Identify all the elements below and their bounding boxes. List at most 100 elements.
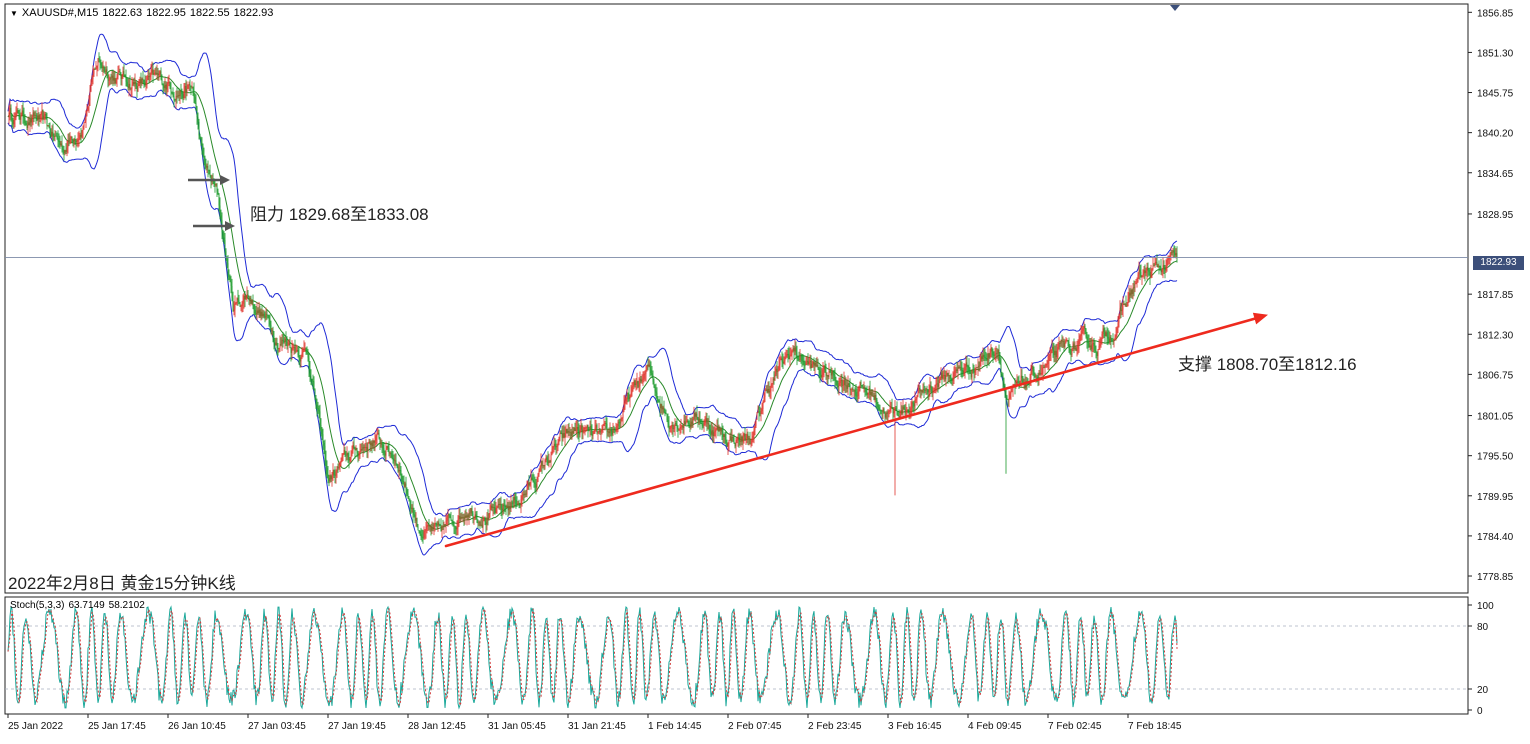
candle bbox=[1121, 302, 1123, 316]
candle bbox=[1126, 301, 1128, 308]
candle bbox=[86, 103, 88, 117]
candle-body bbox=[413, 514, 415, 516]
candle-body bbox=[858, 387, 860, 392]
candle-body bbox=[690, 421, 692, 428]
candle-body bbox=[377, 432, 379, 434]
candle bbox=[414, 510, 416, 524]
candle bbox=[424, 529, 426, 540]
candle-body bbox=[1017, 381, 1019, 383]
candle-body bbox=[397, 466, 399, 472]
candle-body bbox=[357, 452, 359, 456]
candle-body bbox=[33, 112, 35, 116]
candle-body bbox=[847, 383, 849, 389]
candle bbox=[625, 397, 627, 405]
candle-body bbox=[385, 449, 387, 456]
candle bbox=[818, 366, 820, 379]
candle bbox=[64, 149, 66, 156]
candle-body bbox=[111, 75, 113, 78]
candle bbox=[1076, 340, 1078, 357]
candle bbox=[914, 391, 916, 412]
candle bbox=[1084, 323, 1086, 335]
candle bbox=[210, 174, 212, 189]
candle-body bbox=[266, 313, 268, 315]
candle-body bbox=[423, 531, 425, 538]
candle bbox=[627, 392, 629, 403]
candle bbox=[327, 466, 329, 484]
candle-body bbox=[475, 514, 477, 519]
candle-body bbox=[495, 508, 497, 513]
candle-body bbox=[393, 458, 395, 462]
candle-body bbox=[1121, 309, 1123, 312]
candle bbox=[266, 309, 268, 320]
candle-body bbox=[981, 356, 983, 360]
candlesticks[interactable] bbox=[8, 52, 1178, 544]
candle bbox=[1057, 342, 1059, 360]
candle bbox=[466, 512, 468, 526]
candle-body bbox=[125, 76, 127, 82]
candle bbox=[943, 366, 945, 383]
candle bbox=[746, 428, 748, 444]
candle bbox=[12, 117, 14, 129]
candle bbox=[374, 431, 376, 452]
candle bbox=[454, 525, 456, 535]
candle-body bbox=[896, 409, 898, 415]
candle-body bbox=[516, 503, 518, 505]
candle bbox=[18, 109, 20, 120]
candle bbox=[650, 361, 652, 376]
candle-body bbox=[153, 73, 155, 75]
candle bbox=[92, 65, 94, 85]
candle-body bbox=[1142, 273, 1144, 276]
candle bbox=[359, 443, 361, 459]
candle bbox=[1061, 334, 1063, 348]
candle-body bbox=[382, 445, 384, 449]
candle-body bbox=[935, 383, 937, 386]
candle bbox=[560, 430, 562, 435]
candle-body bbox=[1161, 270, 1163, 273]
candle bbox=[574, 422, 576, 432]
candle-body bbox=[1030, 371, 1032, 378]
candle bbox=[750, 438, 752, 448]
candle bbox=[591, 424, 593, 442]
candle-body bbox=[922, 388, 924, 393]
candle bbox=[87, 106, 89, 112]
candle bbox=[89, 84, 91, 107]
candle bbox=[218, 192, 220, 212]
candle bbox=[561, 425, 563, 447]
candle bbox=[46, 112, 48, 130]
candle bbox=[935, 377, 937, 394]
candle-body bbox=[761, 408, 763, 411]
candle bbox=[512, 496, 514, 509]
time-axis[interactable]: 25 Jan 2022 25 Jan 17:45 26 Jan 10:45 27 Ja… bbox=[7, 714, 1182, 732]
candle bbox=[1000, 357, 1002, 378]
candle bbox=[345, 451, 347, 462]
candle bbox=[305, 347, 307, 355]
candle bbox=[529, 481, 531, 487]
candle bbox=[856, 388, 858, 403]
candle bbox=[796, 345, 798, 366]
candle bbox=[963, 362, 965, 377]
candle-body bbox=[577, 426, 579, 432]
candle bbox=[309, 361, 311, 382]
candle-body bbox=[620, 418, 622, 424]
candle-body bbox=[127, 86, 129, 89]
candle-body bbox=[668, 424, 670, 429]
price-axis[interactable]: 1856.851851.301845.751840.201834.651828.… bbox=[1468, 8, 1514, 583]
candle bbox=[125, 69, 127, 87]
bollinger-upper bbox=[7, 33, 1178, 517]
candle-body bbox=[848, 383, 850, 385]
candle-body bbox=[1046, 363, 1048, 365]
candle-body bbox=[406, 489, 408, 494]
candle bbox=[1087, 334, 1089, 352]
candle bbox=[1133, 280, 1135, 297]
dropdown-triangle-icon[interactable]: ▼ bbox=[10, 9, 18, 18]
candle-body bbox=[979, 361, 981, 367]
candle bbox=[460, 513, 462, 523]
candle bbox=[742, 431, 744, 450]
candle bbox=[1077, 339, 1079, 355]
candle-body bbox=[812, 361, 814, 364]
candle bbox=[1140, 264, 1142, 278]
candle-body bbox=[735, 440, 737, 447]
candle-body bbox=[616, 426, 618, 431]
candle bbox=[539, 465, 541, 473]
candle bbox=[648, 358, 650, 368]
